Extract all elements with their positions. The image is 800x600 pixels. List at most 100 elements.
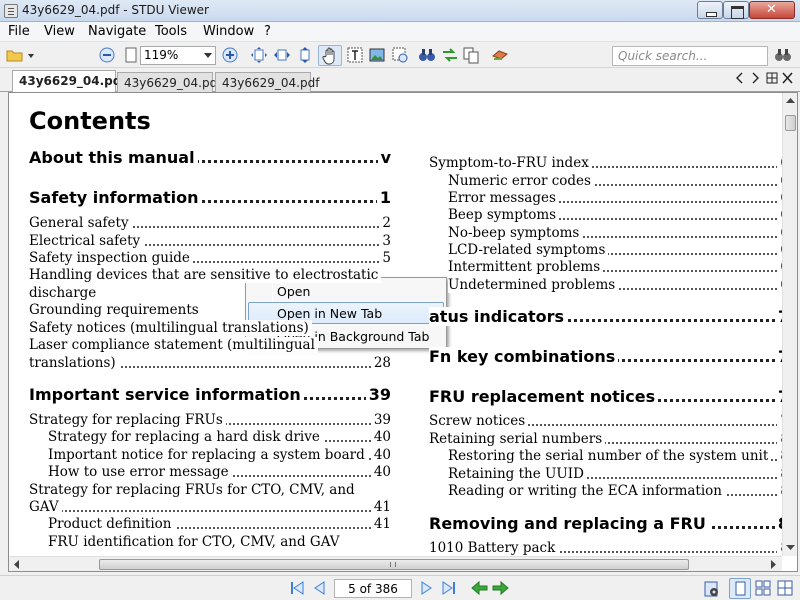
toc-left-entry[interactable]: translations) 28 bbox=[29, 355, 391, 371]
copy-icon[interactable] bbox=[462, 46, 480, 64]
menu-navigate[interactable]: Navigate bbox=[88, 24, 146, 39]
continuous-view-icon[interactable] bbox=[777, 580, 793, 596]
menu-file[interactable]: File bbox=[8, 24, 30, 39]
toc-left-entry[interactable]: Strategy for replacing FRUs for CTO, CMV… bbox=[29, 482, 391, 498]
toc-left-entry[interactable]: Product definition 41 bbox=[48, 516, 391, 532]
toc-left-entry[interactable]: FRU identification for CTO, CMV, and GAV bbox=[48, 534, 391, 550]
search-input[interactable]: Quick search... bbox=[612, 46, 768, 66]
single-page-icon bbox=[735, 581, 746, 596]
select-text-icon[interactable] bbox=[346, 46, 364, 64]
toc-entry-title: Restoring the serial number of the syste… bbox=[448, 448, 772, 464]
tab-document-1[interactable]: 43y6629_04.pdf bbox=[12, 70, 127, 93]
toc-right-entry[interactable]: Reading or writing the ECA information 8 bbox=[448, 483, 782, 499]
toc-left-entry[interactable]: General safety 2 bbox=[29, 215, 391, 231]
toc-left-entry[interactable]: Safety information 1 bbox=[29, 188, 391, 207]
toc-right-entry[interactable]: atus indicators 7 bbox=[429, 307, 782, 326]
select-image-icon[interactable] bbox=[368, 46, 386, 64]
toc-right-entry[interactable]: 1010 Battery pack 8 bbox=[429, 540, 782, 556]
bookmark-add-icon[interactable] bbox=[491, 46, 509, 64]
next-page-icon[interactable] bbox=[420, 580, 434, 596]
hand-tool-button[interactable] bbox=[318, 45, 342, 66]
back-green-arrow-icon[interactable] bbox=[471, 581, 488, 595]
tab-document-3[interactable]: 43y6629_04.pdf bbox=[215, 72, 319, 92]
toc-left-entry[interactable]: Safety inspection guide 5 bbox=[29, 250, 391, 266]
scroll-left-icon[interactable] bbox=[13, 560, 19, 569]
toc-entry-title: Retaining the UUID bbox=[448, 466, 587, 482]
toc-right-entry[interactable]: Fn key combinations 7 bbox=[429, 347, 782, 366]
toc-right-entry[interactable]: Retaining the UUID 8 bbox=[448, 466, 782, 482]
two-page-view-icon[interactable] bbox=[755, 580, 771, 596]
minimize-button[interactable] bbox=[697, 1, 723, 19]
toc-entry-title: Beep symptoms bbox=[448, 207, 560, 223]
binoculars-icon[interactable] bbox=[418, 46, 436, 64]
toc-left-entry[interactable]: Electrical safety 3 bbox=[29, 233, 391, 249]
toc-left-entry[interactable]: GAV 41 bbox=[29, 499, 391, 515]
toc-right-entry[interactable]: Undetermined problems 6 bbox=[448, 277, 782, 293]
toc-entry-title: Numeric error codes bbox=[448, 173, 594, 189]
scroll-down-icon[interactable] bbox=[786, 545, 795, 551]
toc-left-entry[interactable]: Handling devices that are sensitive to e… bbox=[29, 267, 391, 283]
toc-right-entry[interactable]: LCD-related symptoms 6 bbox=[448, 242, 782, 258]
tab-document-2[interactable]: 43y6629_04.pdf bbox=[117, 72, 221, 92]
toc-right-entry[interactable]: Intermittent problems 6 bbox=[448, 259, 782, 275]
vertical-scroll-thumb[interactable] bbox=[785, 115, 796, 131]
menu-tools[interactable]: Tools bbox=[155, 24, 187, 39]
toc-right-entry[interactable]: Restoring the serial number of the syste… bbox=[448, 448, 782, 464]
toc-right-entry[interactable]: Beep symptoms 6 bbox=[448, 207, 782, 223]
toc-left-entry[interactable]: Strategy for replacing a hard disk drive… bbox=[48, 429, 391, 445]
snapshot-icon[interactable] bbox=[391, 46, 409, 64]
tab-scroll-right-icon[interactable] bbox=[751, 72, 759, 84]
zoom-out-icon[interactable] bbox=[98, 46, 116, 64]
toc-left-entry[interactable]: Important notice for replacing a system … bbox=[48, 447, 391, 463]
toc-entry-title: GAV bbox=[29, 499, 62, 515]
toc-left-entry[interactable]: How to use error message 40 bbox=[48, 464, 391, 480]
menu-view[interactable]: View bbox=[44, 24, 75, 39]
toc-page-number: 8 bbox=[777, 448, 782, 464]
zoom-select[interactable]: 119% bbox=[140, 46, 216, 65]
toc-entry-title: atus indicators bbox=[429, 307, 568, 326]
zoom-in-icon[interactable] bbox=[221, 46, 239, 64]
fit-page-icon[interactable] bbox=[250, 46, 268, 64]
toc-right-entry[interactable]: Numeric error codes 6 bbox=[448, 173, 782, 189]
toc-right-entry[interactable]: Error messages 6 bbox=[448, 190, 782, 206]
toc-left-entry[interactable]: Strategy for replacing FRUs 39 bbox=[29, 412, 391, 428]
close-button[interactable] bbox=[749, 1, 795, 19]
page-number-field[interactable]: 5 of 386 bbox=[334, 579, 412, 598]
toc-right-entry[interactable]: Symptom-to-FRU index 6 bbox=[429, 155, 782, 171]
sync-arrows-icon[interactable] bbox=[441, 46, 459, 64]
open-folder-icon[interactable] bbox=[6, 46, 24, 64]
open-dropdown-icon[interactable] bbox=[26, 46, 36, 64]
toc-right-entry[interactable]: No-beep symptoms 6 bbox=[448, 225, 782, 241]
scroll-up-icon[interactable] bbox=[786, 97, 795, 103]
toc-entry-title: Important notice for replacing a system … bbox=[48, 447, 368, 463]
horizontal-scroll-thumb[interactable] bbox=[99, 559, 689, 570]
search-binoculars-icon[interactable] bbox=[774, 46, 792, 64]
toc-right-entry[interactable]: Screw notices 7 bbox=[429, 413, 782, 429]
toc-page-number: 6 bbox=[777, 277, 782, 293]
tab-close-icon[interactable] bbox=[782, 72, 793, 84]
toc-right-entry[interactable]: Retaining serial numbers 8 bbox=[429, 431, 782, 447]
scroll-right-icon[interactable] bbox=[771, 560, 777, 569]
toc-left-entry[interactable]: About this manual v bbox=[29, 148, 391, 167]
last-page-icon[interactable] bbox=[441, 580, 457, 596]
single-page-view-button[interactable] bbox=[729, 578, 751, 599]
previous-page-icon[interactable] bbox=[312, 580, 326, 596]
toc-left-entry[interactable]: Important service information 39 bbox=[29, 385, 391, 404]
settings-gear-icon[interactable] bbox=[703, 580, 721, 598]
toc-right-entry[interactable]: FRU replacement notices 7 bbox=[429, 387, 782, 406]
fit-height-icon[interactable] bbox=[296, 46, 314, 64]
toc-right-entry[interactable]: Removing and replacing a FRU 8 bbox=[429, 514, 782, 533]
first-page-icon[interactable] bbox=[289, 580, 305, 596]
vertical-scrollbar[interactable] bbox=[782, 93, 797, 556]
menu-help[interactable]: ? bbox=[264, 24, 271, 39]
tab-list-icon[interactable] bbox=[766, 72, 778, 84]
toc-entry-title: LCD-related symptoms bbox=[448, 242, 609, 258]
context-menu-open[interactable]: Open bbox=[248, 280, 444, 302]
fit-width-icon[interactable] bbox=[273, 46, 291, 64]
horizontal-scrollbar[interactable] bbox=[9, 556, 782, 571]
toc-page-number: 41 bbox=[370, 516, 391, 532]
menu-window[interactable]: Window bbox=[203, 24, 254, 39]
maximize-button[interactable] bbox=[723, 1, 749, 19]
tab-scroll-left-icon[interactable] bbox=[736, 72, 744, 84]
forward-green-arrow-icon[interactable] bbox=[492, 581, 509, 595]
